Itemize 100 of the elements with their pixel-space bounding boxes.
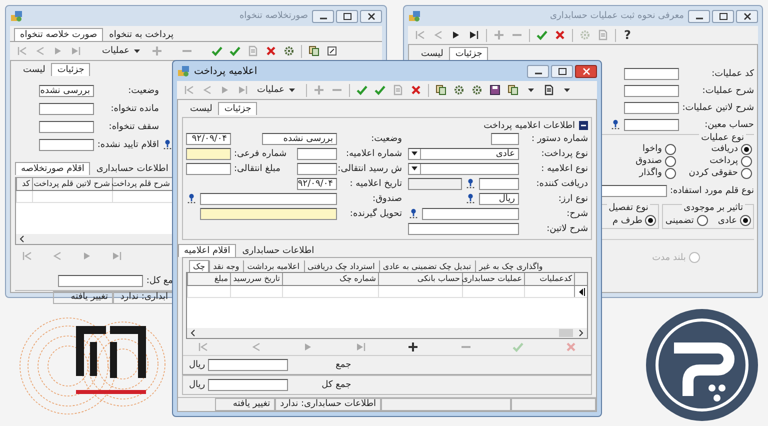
text-field[interactable] (186, 162, 231, 174)
edit-icon[interactable] (326, 45, 338, 57)
column-header[interactable]: کد (16, 178, 32, 190)
pin-icon[interactable] (465, 193, 476, 204)
tab[interactable]: جزئیات (51, 63, 90, 76)
text-field[interactable] (58, 274, 144, 286)
gear-icon[interactable] (453, 84, 466, 96)
check-icon[interactable] (374, 84, 386, 96)
check-icon[interactable] (211, 45, 224, 57)
dropdown[interactable] (408, 162, 519, 174)
text-field[interactable] (200, 208, 337, 220)
check-icon[interactable] (536, 29, 548, 41)
pin-icon[interactable] (162, 139, 173, 150)
text-field[interactable] (479, 178, 519, 190)
text-field[interactable] (39, 102, 94, 114)
maximize-button[interactable] (712, 10, 734, 22)
text-field[interactable] (208, 359, 288, 371)
tab[interactable]: لیست (17, 63, 52, 76)
cross-icon[interactable] (265, 45, 278, 57)
column-header[interactable]: عملیات حسابداری (462, 273, 524, 285)
column-header[interactable]: کدعملیات (524, 273, 574, 285)
tab[interactable]: لیست (184, 102, 218, 115)
tab[interactable]: صورت خلاصه تنخواه (14, 28, 104, 41)
text-field[interactable] (39, 120, 94, 132)
text-field[interactable] (624, 118, 679, 130)
document-icon[interactable] (543, 84, 556, 96)
tab[interactable]: لیست (415, 47, 450, 60)
maximize-button[interactable] (551, 64, 573, 78)
save-icon[interactable] (489, 84, 502, 96)
minimize-button[interactable] (527, 64, 549, 78)
radio-button[interactable]: حقوقی کردن (676, 167, 752, 179)
dropdown[interactable]: عادی (408, 148, 519, 160)
tab[interactable]: اطلاعات حسابداری (236, 244, 320, 257)
scrollbar-thumb[interactable] (559, 329, 573, 337)
tab[interactable]: جزئیات (449, 47, 488, 60)
last-icon[interactable] (468, 29, 480, 41)
tab[interactable]: اقلام اعلامیه (178, 244, 236, 257)
tab[interactable]: چک (189, 260, 210, 272)
radio-button[interactable]: پرداخت (676, 155, 752, 167)
pin-icon[interactable] (408, 208, 419, 219)
text-field[interactable] (200, 192, 337, 204)
help-button[interactable]: ? (622, 28, 633, 42)
text-field[interactable] (297, 148, 337, 160)
operations-menu[interactable]: عملیات (100, 45, 146, 57)
copy-icon[interactable] (435, 84, 448, 96)
text-field[interactable] (624, 102, 679, 114)
tab[interactable]: اطلاعات حسابداری (90, 162, 174, 175)
text-field[interactable]: ۹۲/۰۹/۰۴ (186, 132, 231, 144)
radio-button[interactable]: واخوا (600, 143, 676, 155)
gear-icon[interactable] (283, 45, 296, 57)
text-field[interactable] (208, 379, 288, 391)
text-field[interactable] (422, 208, 519, 220)
pin-icon[interactable] (610, 119, 621, 130)
text-field[interactable]: ریال (479, 192, 519, 204)
minimize-button[interactable] (688, 10, 710, 22)
close-button[interactable] (360, 10, 382, 22)
column-header[interactable]: مبلغ (187, 273, 230, 285)
minimize-button[interactable] (312, 10, 334, 22)
radio-button[interactable]: واگذار (600, 167, 676, 179)
collapse-button[interactable] (579, 121, 588, 130)
text-field[interactable]: ۹۲/۰۹/۰۴ (297, 178, 337, 190)
radio-button[interactable]: طرف م (612, 215, 656, 226)
tab[interactable]: اقلام صورتخلاصه (15, 162, 90, 175)
column-header[interactable]: شرح لاتین قلم پرداخت (32, 178, 112, 190)
copy-icon[interactable] (308, 45, 320, 57)
text-field[interactable] (624, 68, 679, 80)
text-field[interactable] (408, 222, 519, 234)
plus-icon[interactable] (407, 341, 420, 353)
field-label: شماره دستور : (530, 134, 588, 144)
column-header[interactable]: تاریخ سررسید (230, 273, 282, 285)
radio-button[interactable]: صندوق (600, 155, 676, 167)
text-field[interactable]: بررسی نشده (39, 84, 94, 96)
radio-button[interactable]: تضمینی (665, 215, 708, 226)
text-field[interactable] (491, 132, 519, 144)
text-field[interactable] (297, 162, 337, 174)
copy-icon[interactable] (507, 84, 520, 96)
text-field[interactable] (186, 148, 231, 160)
maximize-button[interactable] (336, 10, 358, 22)
tab[interactable]: پرداخت به تنخواه (103, 28, 180, 41)
check-icon[interactable] (356, 84, 368, 96)
scroll-left-icon[interactable] (18, 235, 26, 243)
scroll-right-icon[interactable] (577, 329, 585, 337)
text-field[interactable] (39, 138, 94, 150)
close-button[interactable] (575, 64, 597, 78)
cross-icon[interactable] (410, 84, 422, 96)
column-header[interactable]: حساب بانکی (378, 273, 462, 285)
cross-icon[interactable] (554, 29, 566, 41)
scroll-left-icon[interactable] (189, 329, 197, 337)
pin-icon[interactable] (465, 178, 476, 189)
tab[interactable]: جزئیات (218, 102, 258, 115)
text-field[interactable] (624, 84, 679, 96)
radio-button[interactable]: دریافت (676, 143, 752, 155)
status-text: تغییر یافته (53, 291, 113, 304)
operations-menu[interactable]: عملیات (255, 84, 300, 96)
check-icon[interactable] (229, 45, 242, 57)
pin-icon[interactable] (186, 193, 197, 204)
column-header[interactable]: شماره چک (282, 273, 378, 285)
radio-button[interactable]: عادی (718, 215, 751, 226)
gear-icon[interactable] (471, 84, 484, 96)
close-button[interactable] (736, 10, 758, 22)
